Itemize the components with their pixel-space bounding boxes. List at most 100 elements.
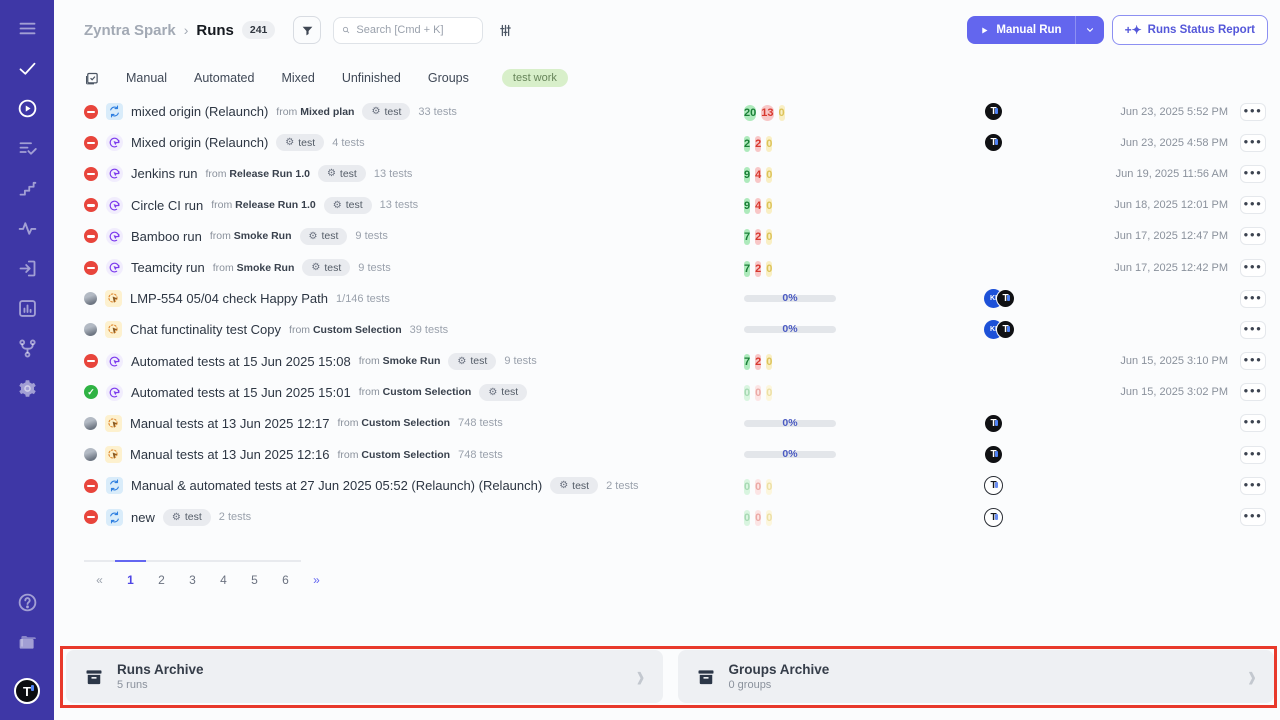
steps-icon: [17, 178, 38, 204]
sidebar-item-menu[interactable]: [14, 18, 40, 44]
runs-count-badge: 241: [242, 21, 276, 39]
manual-run-icon: [105, 290, 122, 307]
sidebar-item-folder[interactable]: [14, 632, 40, 658]
run-row[interactable]: Automated tests at 15 Jun 2025 15:08from…: [54, 346, 1280, 377]
tab-groups[interactable]: Groups: [428, 71, 469, 85]
run-tests-count: 2 tests: [606, 480, 638, 492]
assignee-avatar[interactable]: T: [984, 508, 1003, 527]
sidebar-item-check[interactable]: [14, 58, 40, 84]
assignee-avatar[interactable]: T: [984, 476, 1003, 495]
run-row[interactable]: LMP-554 05/04 check Happy Path1/146 test…: [54, 283, 1280, 314]
ellipsis-menu-button[interactable]: ●●●: [1240, 383, 1266, 401]
manual-run-label: Manual Run: [996, 24, 1061, 36]
run-stats: 0%: [744, 322, 984, 337]
user-avatar[interactable]: T: [14, 678, 40, 704]
pagination-page-6[interactable]: 6: [270, 560, 301, 587]
ellipsis-menu-button[interactable]: ●●●: [1240, 352, 1266, 370]
pagination-page-2[interactable]: 2: [146, 560, 177, 587]
sidebar-item-play-circle[interactable]: [14, 98, 40, 124]
gear-icon: ⚙︎: [309, 231, 318, 242]
ellipsis-menu-button[interactable]: ●●●: [1240, 414, 1266, 432]
ellipsis-menu-button[interactable]: ●●●: [1240, 321, 1266, 339]
assignee-avatar[interactable]: T: [996, 320, 1015, 339]
sidebar-item-gear[interactable]: [14, 378, 40, 404]
search-input[interactable]: [356, 24, 474, 36]
mixed-run-icon: [106, 477, 123, 494]
pagination-next[interactable]: »: [301, 560, 332, 587]
runs-archive-card[interactable]: Runs Archive 5 runs ›: [66, 650, 663, 703]
run-row[interactable]: ✓Automated tests at 15 Jun 2025 15:01fro…: [54, 377, 1280, 408]
run-row[interactable]: Jenkins runfrom Release Run 1.0⚙︎test13 …: [54, 158, 1280, 189]
run-row[interactable]: Teamcity runfrom Smoke Run⚙︎test9 tests7…: [54, 252, 1280, 283]
pagination-page-3[interactable]: 3: [177, 560, 208, 587]
assignee-avatar[interactable]: T: [984, 102, 1003, 121]
runs-status-report-button[interactable]: +✦ Runs Status Report: [1112, 15, 1268, 45]
ellipsis-menu-button[interactable]: ●●●: [1240, 477, 1266, 495]
run-from: from Custom Selection: [337, 417, 450, 429]
sidebar-item-help[interactable]: [14, 592, 40, 618]
sidebar-item-branch[interactable]: [14, 338, 40, 364]
assignee-avatar[interactable]: T: [984, 445, 1003, 464]
ellipsis-menu-button[interactable]: ●●●: [1240, 227, 1266, 245]
ellipsis-menu-button[interactable]: ●●●: [1240, 165, 1266, 183]
passed-count-pill: 0: [744, 510, 750, 526]
tab-unfinished[interactable]: Unfinished: [342, 71, 401, 85]
ellipsis-menu-button[interactable]: ●●●: [1240, 196, 1266, 214]
tab-automated[interactable]: Automated: [194, 71, 254, 85]
run-menu-cell: ●●●: [1240, 477, 1270, 495]
pagination-page-1[interactable]: 1: [115, 560, 146, 587]
run-name: Automated tests at 15 Jun 2025 15:08: [131, 354, 351, 369]
archives-section: Runs Archive 5 runs › Groups Archive 0 g…: [66, 650, 1274, 703]
filter-tag[interactable]: test work: [502, 69, 568, 87]
manual-run-dropdown-button[interactable]: [1076, 16, 1104, 44]
run-tests-count: 9 tests: [358, 262, 390, 274]
ellipsis-menu-button[interactable]: ●●●: [1240, 446, 1266, 464]
sidebar-item-list-check[interactable]: [14, 138, 40, 164]
pagination-prev[interactable]: «: [84, 560, 115, 587]
pagination-page-4[interactable]: 4: [208, 560, 239, 587]
run-menu-cell: ●●●: [1240, 446, 1270, 464]
run-assignees: KIT: [984, 289, 1042, 308]
ellipsis-menu-button[interactable]: ●●●: [1240, 134, 1266, 152]
sidebar-item-pulse[interactable]: [14, 218, 40, 244]
passed-count-pill: 9: [744, 167, 750, 183]
ellipsis-menu-button[interactable]: ●●●: [1240, 290, 1266, 308]
assignee-avatar[interactable]: T: [984, 414, 1003, 433]
sidebar-item-sign-in[interactable]: [14, 258, 40, 284]
run-tests-count: 39 tests: [410, 324, 449, 336]
manual-run-button[interactable]: Manual Run: [967, 16, 1075, 44]
view-settings-button[interactable]: [493, 18, 517, 42]
run-row[interactable]: new⚙︎test2 tests000T●●●: [54, 501, 1280, 532]
run-row[interactable]: Circle CI runfrom Release Run 1.0⚙︎test1…: [54, 190, 1280, 221]
ellipsis-menu-button[interactable]: ●●●: [1240, 508, 1266, 526]
run-row[interactable]: Manual tests at 13 Jun 2025 12:16from Cu…: [54, 439, 1280, 470]
ellipsis-menu-button[interactable]: ●●●: [1240, 259, 1266, 277]
run-stats: 940: [744, 165, 984, 183]
failed-count-pill: 2: [755, 261, 761, 277]
run-date: Jun 17, 2025 12:42 PM: [1042, 262, 1240, 274]
sidebar-item-chart[interactable]: [14, 298, 40, 324]
passed-count-pill: 7: [744, 261, 750, 277]
tab-mixed[interactable]: Mixed: [281, 71, 314, 85]
sidebar-item-steps[interactable]: [14, 178, 40, 204]
sparkles-plus-icon: +✦: [1125, 23, 1142, 37]
filter-button[interactable]: [293, 16, 321, 44]
run-row[interactable]: Manual tests at 13 Jun 2025 12:17from Cu…: [54, 408, 1280, 439]
run-row[interactable]: Manual & automated tests at 27 Jun 2025 …: [54, 470, 1280, 501]
assignee-avatar[interactable]: T: [984, 133, 1003, 152]
help-icon: [17, 592, 38, 618]
run-row[interactable]: mixed origin (Relaunch)from Mixed plan⚙︎…: [54, 96, 1280, 127]
groups-archive-card[interactable]: Groups Archive 0 groups ›: [678, 650, 1275, 703]
passed-count-pill: 7: [744, 354, 750, 370]
run-row[interactable]: Mixed origin (Relaunch)⚙︎test4 tests220T…: [54, 127, 1280, 158]
search-box[interactable]: [333, 17, 483, 44]
run-date: Jun 15, 2025 3:10 PM: [1042, 355, 1240, 367]
ellipsis-menu-button[interactable]: ●●●: [1240, 103, 1266, 121]
run-row[interactable]: Chat functinality test Copyfrom Custom S…: [54, 314, 1280, 345]
assignee-avatar[interactable]: T: [996, 289, 1015, 308]
pagination-page-5[interactable]: 5: [239, 560, 270, 587]
breadcrumb-project[interactable]: Zyntra Spark: [84, 22, 176, 39]
run-row[interactable]: Bamboo runfrom Smoke Run⚙︎test9 tests720…: [54, 221, 1280, 252]
select-all-icon[interactable]: [84, 71, 99, 86]
tab-manual[interactable]: Manual: [126, 71, 167, 85]
